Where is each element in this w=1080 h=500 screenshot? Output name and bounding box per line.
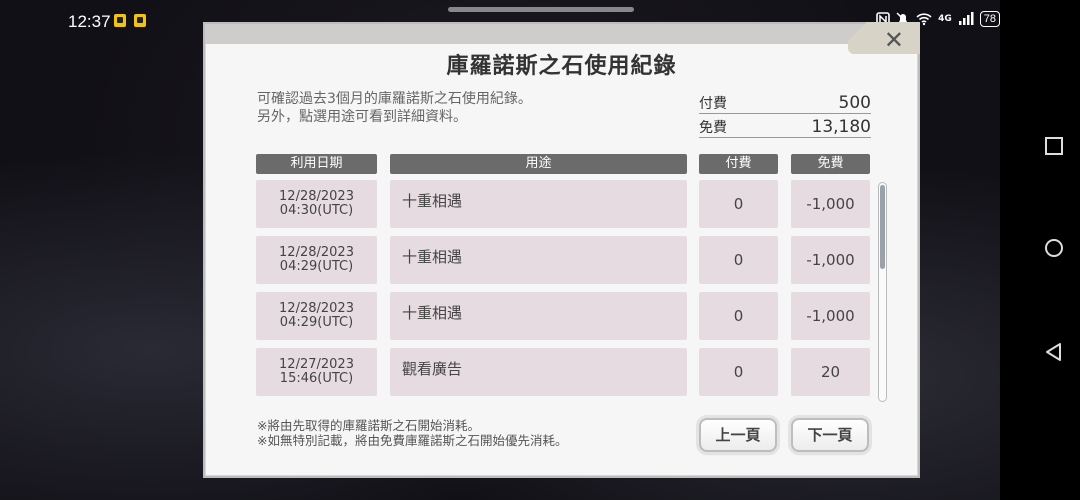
paid-balance-label: 付費 [699,96,727,112]
row-use[interactable]: 觀看廣告 [390,348,687,396]
row-date-cell: 12/28/2023 04:30(UTC) [256,180,377,228]
network-type: 4G [938,14,952,24]
android-nav-bar [1000,0,1080,500]
row-time: 04:29(UTC) [279,315,354,330]
row-free: -1,000 [791,180,870,228]
row-paid: 0 [699,180,778,228]
row-date: 12/28/2023 [279,301,354,316]
description-line: 可確認過去3個月的庫羅諾斯之石使用紀錄。 [257,91,532,107]
row-time: 04:30(UTC) [279,203,354,218]
dialog-title: 庫羅諾斯之石使用紀錄 [446,54,677,79]
history-row[interactable]: 12/28/2023 04:29(UTC) 十重相遇 0 -1,000 [205,236,885,286]
column-header-date: 利用日期 [256,154,377,174]
row-date: 12/28/2023 [279,189,354,204]
balance-summary: 付費 500 免費 13,180 [699,90,871,138]
row-free: -1,000 [791,236,870,284]
row-paid: 0 [699,236,778,284]
row-paid: 0 [699,292,778,340]
home-icon[interactable] [1044,238,1064,258]
next-page-button[interactable]: 下一頁 [791,418,869,452]
row-date: 12/27/2023 [279,357,354,372]
history-row[interactable]: 12/28/2023 04:29(UTC) 十重相遇 0 -1,000 [205,292,885,342]
free-balance-label: 免費 [699,120,727,136]
back-icon[interactable] [1044,342,1064,362]
column-header-free: 免費 [791,154,870,174]
gesture-handle [448,7,634,12]
battery-level: 78 [979,11,1000,27]
usage-history-dialog: 庫羅諾斯之石使用紀錄 ✕ 可確認過去3個月的庫羅諾斯之石使用紀錄。 另外，點選用… [203,22,920,478]
row-date: 12/28/2023 [279,245,354,260]
row-date-cell: 12/27/2023 15:46(UTC) [256,348,377,396]
free-balance-row: 免費 13,180 [699,114,871,138]
description-line: 另外，點選用途可看到詳細資料。 [257,109,467,125]
row-free: -1,000 [791,292,870,340]
row-date-cell: 12/28/2023 04:29(UTC) [256,236,377,284]
recents-icon[interactable] [1044,136,1064,156]
description: 可確認過去3個月的庫羅諾斯之石使用紀錄。 另外，點選用途可看到詳細資料。 [257,90,532,126]
row-use[interactable]: 十重相遇 [390,236,687,284]
paid-balance-value: 500 [838,93,871,113]
free-balance-value: 13,180 [811,117,871,137]
row-time: 15:46(UTC) [279,371,354,386]
footnote: ※將由先取得的庫羅諾斯之石開始消耗。 [257,418,480,433]
column-header-use: 用途 [390,154,687,174]
row-free: 20 [791,348,870,396]
footnotes: ※將由先取得的庫羅諾斯之石開始消耗。 ※如無特別記載，將由免費庫羅諾斯之石開始優… [257,418,567,448]
prev-page-button[interactable]: 上一頁 [699,418,777,452]
paid-balance-row: 付費 500 [699,90,871,114]
list-scrollbar[interactable] [878,182,887,402]
clock: 12:37 [68,12,111,31]
history-row[interactable]: 12/28/2023 04:30(UTC) 十重相遇 0 -1,000 [205,180,885,230]
footnote: ※如無特別記載，將由免費庫羅諾斯之石開始優先消耗。 [257,433,568,448]
row-paid: 0 [699,348,778,396]
scrollbar-thumb[interactable] [880,185,885,269]
history-row[interactable]: 12/27/2023 15:46(UTC) 觀看廣告 0 20 [205,348,885,398]
row-time: 04:29(UTC) [279,259,354,274]
signal-icon [958,12,974,25]
dialog-header-strip [205,24,918,44]
notification-icon [114,14,126,27]
history-list: 12/28/2023 04:30(UTC) 十重相遇 0 -1,000 12/2… [205,180,885,406]
row-date-cell: 12/28/2023 04:29(UTC) [256,292,377,340]
row-use[interactable]: 十重相遇 [390,180,687,228]
close-button[interactable]: ✕ [884,26,904,54]
row-use[interactable]: 十重相遇 [390,292,687,340]
column-header-paid: 付費 [699,154,778,174]
notification-icon [134,14,146,27]
